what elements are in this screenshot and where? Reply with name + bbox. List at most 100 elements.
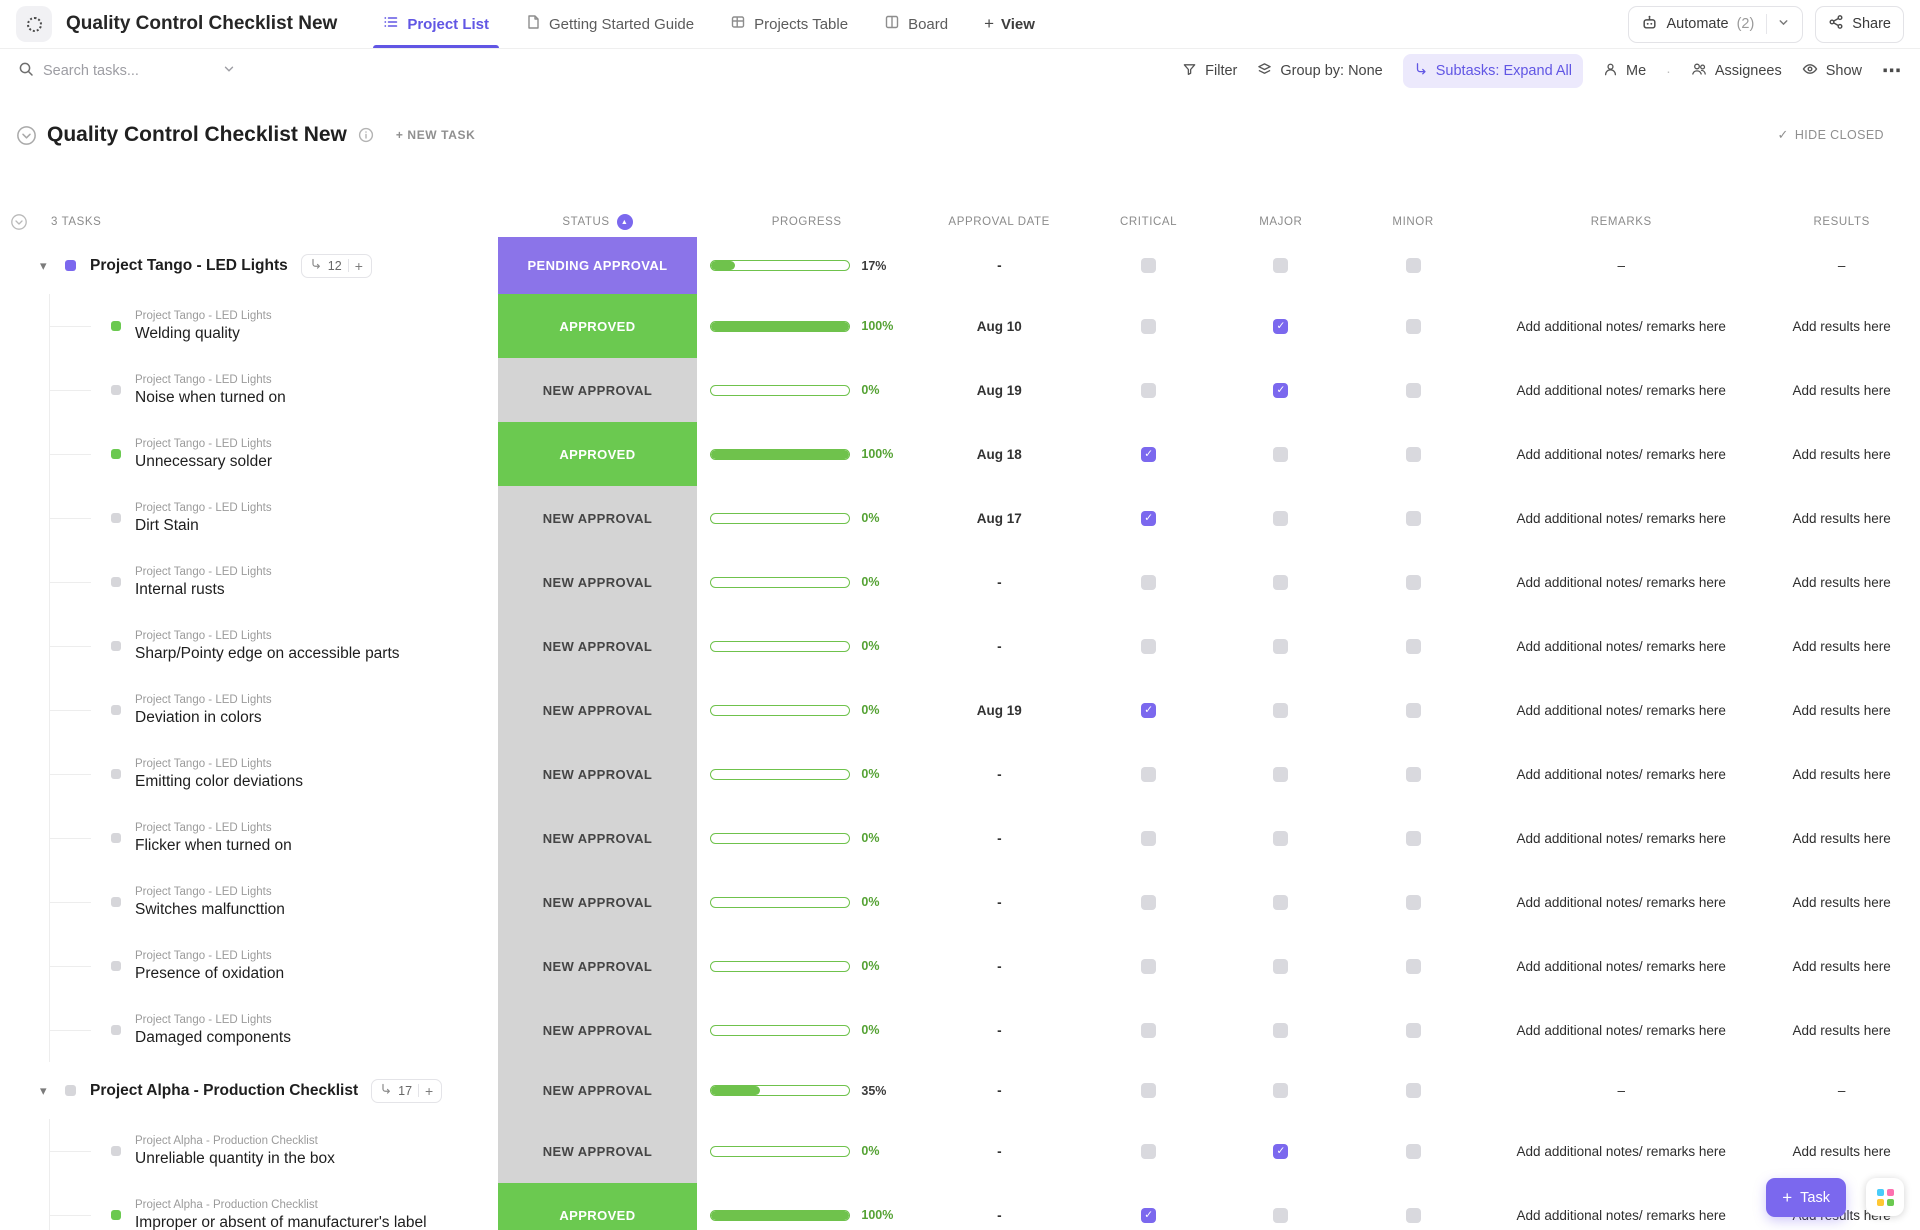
- major-checkbox[interactable]: ✓: [1273, 382, 1289, 398]
- task-name-cell[interactable]: Project Tango - LED Lights Welding quali…: [0, 294, 498, 358]
- sort-ascending-icon[interactable]: ▲: [616, 214, 633, 230]
- status-cell[interactable]: NEW APPROVAL: [497, 678, 698, 742]
- major-checkbox-cell[interactable]: ✓: [1215, 358, 1347, 422]
- major-checkbox-cell[interactable]: [1215, 422, 1347, 486]
- results-cell[interactable]: Add results here: [1763, 742, 1920, 806]
- remarks-cell[interactable]: Add additional notes/ remarks here: [1479, 742, 1763, 806]
- search-box[interactable]: [18, 61, 268, 82]
- critical-checkbox[interactable]: ✓: [1141, 702, 1157, 718]
- minor-checkbox-cell[interactable]: [1347, 1119, 1479, 1183]
- table-row[interactable]: Project Alpha - Production Checklist Unr…: [0, 1119, 1920, 1183]
- task-status-square-icon[interactable]: [111, 833, 121, 843]
- remarks-cell[interactable]: Add additional notes/ remarks here: [1479, 550, 1763, 614]
- approval-date-cell[interactable]: -: [916, 998, 1083, 1062]
- remarks-cell[interactable]: Add additional notes/ remarks here: [1479, 934, 1763, 998]
- approval-date-cell[interactable]: -: [916, 870, 1083, 934]
- task-title[interactable]: Sharp/Pointy edge on accessible parts: [135, 645, 400, 663]
- column-header-remarks[interactable]: REMARKS: [1479, 216, 1763, 228]
- minor-checkbox[interactable]: [1405, 638, 1421, 654]
- results-cell[interactable]: Add results here: [1763, 934, 1920, 998]
- minor-checkbox[interactable]: [1405, 574, 1421, 590]
- remarks-cell[interactable]: Add additional notes/ remarks here: [1479, 486, 1763, 550]
- collapse-group-icon[interactable]: [10, 213, 28, 231]
- table-row[interactable]: Project Tango - LED Lights Damaged compo…: [0, 998, 1920, 1062]
- major-checkbox[interactable]: ✓: [1273, 1143, 1289, 1159]
- table-row[interactable]: Project Tango - LED Lights Noise when tu…: [0, 358, 1920, 422]
- remarks-cell[interactable]: Add additional notes/ remarks here: [1479, 422, 1763, 486]
- table-row[interactable]: Project Tango - LED Lights Emitting colo…: [0, 742, 1920, 806]
- approval-date-cell[interactable]: Aug 19: [916, 358, 1083, 422]
- task-name-cell[interactable]: Project Alpha - Production Checklist Unr…: [0, 1119, 498, 1183]
- major-checkbox[interactable]: [1273, 574, 1289, 590]
- major-checkbox[interactable]: [1273, 1083, 1289, 1098]
- add-task-button[interactable]: + Task: [1766, 1178, 1846, 1217]
- share-button[interactable]: Share: [1815, 5, 1904, 43]
- critical-checkbox-cell[interactable]: ✓: [1083, 678, 1215, 742]
- remarks-cell[interactable]: Add additional notes/ remarks here: [1479, 614, 1763, 678]
- minor-checkbox-cell[interactable]: [1347, 614, 1479, 678]
- approval-date-cell[interactable]: Aug 18: [916, 422, 1083, 486]
- task-name-cell[interactable]: Project Tango - LED Lights Dirt Stain: [0, 486, 498, 550]
- status-cell[interactable]: APPROVED: [497, 1183, 698, 1230]
- major-checkbox[interactable]: [1273, 1207, 1289, 1223]
- minor-checkbox-cell[interactable]: [1347, 294, 1479, 358]
- tab-project-list[interactable]: Project List: [373, 0, 499, 48]
- approval-date-cell[interactable]: -: [916, 742, 1083, 806]
- approval-date-cell[interactable]: -: [916, 1062, 1083, 1119]
- status-cell[interactable]: NEW APPROVAL: [497, 550, 698, 614]
- task-name-cell[interactable]: Project Tango - LED Lights Unnecessary s…: [0, 422, 498, 486]
- apps-launcher-button[interactable]: [1866, 1178, 1904, 1216]
- table-row[interactable]: Project Tango - LED Lights Presence of o…: [0, 934, 1920, 998]
- critical-checkbox[interactable]: [1141, 766, 1157, 782]
- task-status-square-icon[interactable]: [111, 897, 121, 907]
- minor-checkbox[interactable]: [1405, 1207, 1421, 1223]
- major-checkbox-cell[interactable]: [1215, 870, 1347, 934]
- task-status-square-icon[interactable]: [111, 449, 121, 459]
- new-task-button[interactable]: + NEW TASK: [396, 128, 475, 142]
- results-cell[interactable]: Add results here: [1763, 678, 1920, 742]
- status-cell[interactable]: NEW APPROVAL: [497, 998, 698, 1062]
- minor-checkbox-cell[interactable]: [1347, 1062, 1479, 1119]
- subtask-count-badge[interactable]: 17 +: [371, 1078, 443, 1103]
- minor-checkbox[interactable]: [1405, 258, 1421, 273]
- task-status-square-icon[interactable]: [111, 577, 121, 587]
- critical-checkbox-cell[interactable]: [1083, 1119, 1215, 1183]
- minor-checkbox[interactable]: [1405, 830, 1421, 846]
- major-checkbox[interactable]: [1273, 510, 1289, 526]
- critical-checkbox-cell[interactable]: [1083, 742, 1215, 806]
- task-name-cell[interactable]: ▾ Project Tango - LED Lights 12 +: [0, 237, 498, 294]
- task-name-cell[interactable]: Project Tango - LED Lights Flicker when …: [0, 806, 498, 870]
- critical-checkbox-cell[interactable]: [1083, 550, 1215, 614]
- task-title[interactable]: Unnecessary solder: [135, 453, 272, 471]
- approval-date-cell[interactable]: Aug 19: [916, 678, 1083, 742]
- results-cell[interactable]: Add results here: [1763, 422, 1920, 486]
- task-name-cell[interactable]: Project Tango - LED Lights Switches malf…: [0, 870, 498, 934]
- major-checkbox[interactable]: [1273, 1022, 1289, 1038]
- task-name-cell[interactable]: Project Tango - LED Lights Deviation in …: [0, 678, 498, 742]
- critical-checkbox[interactable]: [1141, 318, 1157, 334]
- major-checkbox[interactable]: [1273, 894, 1289, 910]
- status-cell[interactable]: NEW APPROVAL: [497, 614, 698, 678]
- remarks-cell[interactable]: Add additional notes/ remarks here: [1479, 998, 1763, 1062]
- approval-date-cell[interactable]: -: [916, 1119, 1083, 1183]
- task-title[interactable]: Flicker when turned on: [135, 837, 292, 855]
- results-cell[interactable]: Add results here: [1763, 1119, 1920, 1183]
- critical-checkbox[interactable]: ✓: [1141, 446, 1157, 462]
- task-status-square-icon[interactable]: [111, 769, 121, 779]
- task-status-square-icon[interactable]: [111, 1146, 121, 1156]
- table-row[interactable]: Project Tango - LED Lights Sharp/Pointy …: [0, 614, 1920, 678]
- approval-date-cell[interactable]: -: [916, 934, 1083, 998]
- column-header-progress[interactable]: PROGRESS: [697, 216, 915, 228]
- major-checkbox[interactable]: ✓: [1273, 318, 1289, 334]
- minor-checkbox[interactable]: [1405, 318, 1421, 334]
- remarks-cell[interactable]: Add additional notes/ remarks here: [1479, 870, 1763, 934]
- task-name-cell[interactable]: Project Tango - LED Lights Damaged compo…: [0, 998, 498, 1062]
- task-title[interactable]: Internal rusts: [135, 581, 272, 599]
- task-title[interactable]: Dirt Stain: [135, 517, 272, 535]
- minor-checkbox[interactable]: [1405, 382, 1421, 398]
- results-cell[interactable]: Add results here: [1763, 998, 1920, 1062]
- critical-checkbox[interactable]: ✓: [1141, 1207, 1157, 1223]
- automate-button[interactable]: Automate (2): [1628, 5, 1804, 43]
- remarks-cell[interactable]: Add additional notes/ remarks here: [1479, 1183, 1763, 1230]
- group-by-button[interactable]: Group by: None: [1257, 62, 1383, 81]
